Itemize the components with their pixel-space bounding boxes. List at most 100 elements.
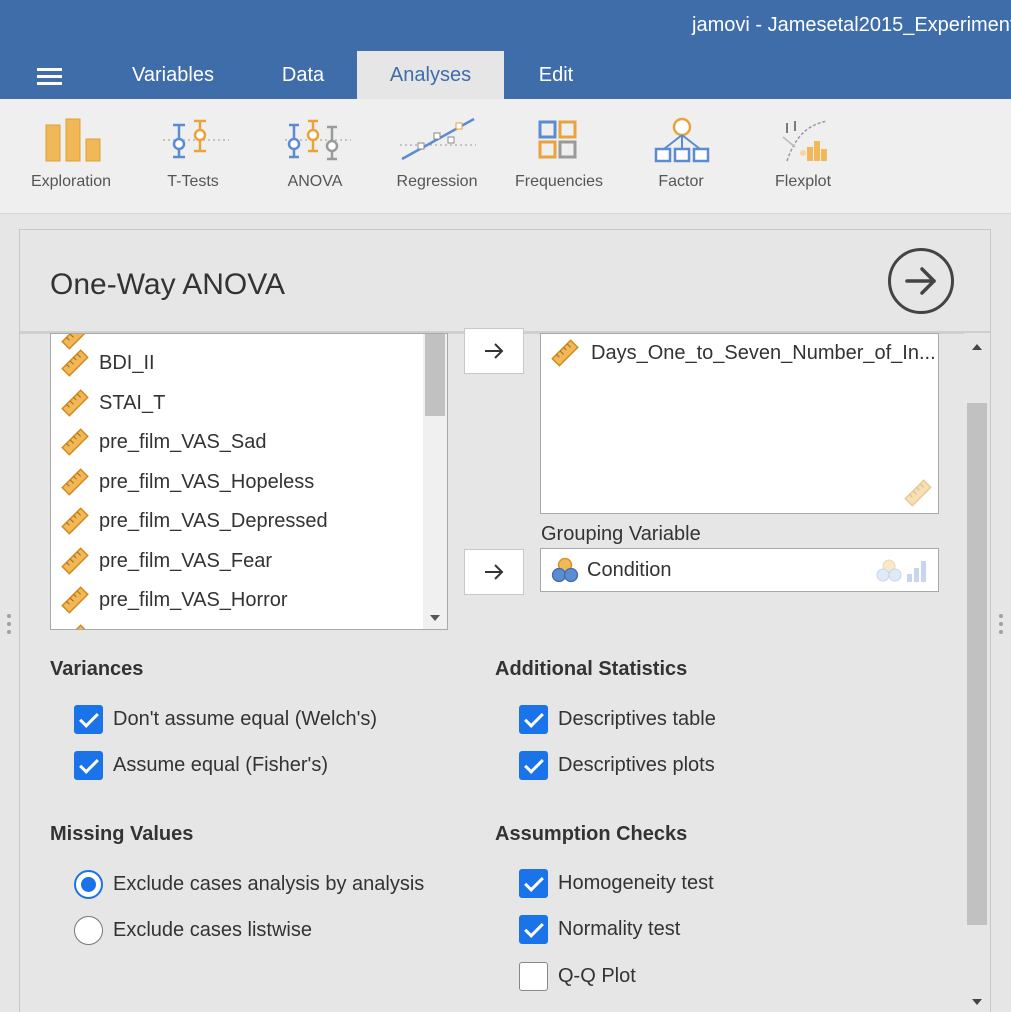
tab-variables[interactable]: Variables <box>112 51 234 99</box>
nominal-ordinal-hint-icon <box>876 559 926 582</box>
fisher-checkbox[interactable] <box>74 750 103 780</box>
frequencies-label: Frequencies <box>514 173 604 190</box>
list-item[interactable]: pre_film_VAS_Fear <box>61 547 272 575</box>
available-variables-list[interactable]: BDI_II STAI_T pre_film_VAS_Sad pre_film_… <box>50 333 448 630</box>
list-item-partial[interactable] <box>61 624 89 629</box>
frequencies-icon <box>538 120 577 159</box>
exclude-listwise-label: Exclude cases listwise <box>113 918 312 941</box>
move-to-dependent-button[interactable] <box>464 328 524 374</box>
additional-statistics-heading: Additional Statistics <box>495 658 688 680</box>
welch-option[interactable]: Don't assume equal (Welch's) <box>74 704 377 734</box>
descriptives-plots-label: Descriptives plots <box>558 753 715 776</box>
tab-analyses[interactable]: Analyses <box>357 51 504 99</box>
anova-button[interactable]: ANOVA <box>254 99 376 214</box>
regression-icon <box>400 117 476 161</box>
exploration-label: Exploration <box>30 173 112 190</box>
ruler-icon <box>61 389 89 417</box>
list-item[interactable]: STAI_T <box>61 389 165 417</box>
window-title: jamovi - Jamesetal2015_Experiment2 <box>692 14 1011 36</box>
qq-plot-option[interactable]: Q-Q Plot <box>519 961 636 991</box>
list-item[interactable]: pre_film_VAS_Sad <box>61 428 267 456</box>
welch-checkbox[interactable] <box>74 704 103 734</box>
variable-name: STAI_T <box>99 391 166 414</box>
move-to-grouping-button[interactable] <box>464 549 524 595</box>
exploration-button[interactable]: Exploration <box>10 99 132 214</box>
anova-icon <box>285 119 351 161</box>
ruler-icon <box>61 468 89 496</box>
list-item[interactable]: BDI_II <box>61 349 155 377</box>
ruler-icon <box>551 339 579 367</box>
anova-options-panel: One-Way ANOVA BDI_II STAI_T pre_film_VAS… <box>19 229 991 1012</box>
descriptives-plots-option[interactable]: Descriptives plots <box>519 750 715 780</box>
missing-values-heading: Missing Values <box>50 823 194 845</box>
variable-name: pre_film_VAS_Hopeless <box>99 470 315 493</box>
panel-scrollbar[interactable] <box>964 333 990 1012</box>
regression-label: Regression <box>396 173 478 190</box>
list-item[interactable]: pre_film_VAS_Horror <box>61 586 288 614</box>
normality-option[interactable]: Normality test <box>519 914 680 944</box>
variances-heading: Variances <box>50 658 144 680</box>
grouping-variable-name: Condition <box>587 558 672 581</box>
flexplot-button[interactable]: Flexplot <box>742 99 864 214</box>
welch-label: Don't assume equal (Welch's) <box>113 707 378 730</box>
exclude-listwise-option[interactable]: Exclude cases listwise <box>74 915 312 945</box>
variable-name: pre_film_VAS_Depressed <box>99 509 328 532</box>
scrollbar-thumb[interactable] <box>967 403 987 925</box>
grouping-variable-box[interactable]: Condition <box>540 548 939 592</box>
factor-button[interactable]: Factor <box>620 99 742 214</box>
descriptives-table-option[interactable]: Descriptives table <box>519 704 716 734</box>
ruler-icon <box>61 349 89 377</box>
homogeneity-option[interactable]: Homogeneity test <box>519 868 714 898</box>
descriptives-table-checkbox[interactable] <box>519 704 548 734</box>
homogeneity-checkbox[interactable] <box>519 868 548 898</box>
menu-icon[interactable] <box>37 68 62 86</box>
normality-checkbox[interactable] <box>519 914 548 944</box>
list-item[interactable]: Days_One_to_Seven_Number_of_In... <box>551 336 936 370</box>
exclude-analysis-option[interactable]: Exclude cases analysis by analysis <box>74 869 424 899</box>
ruler-icon <box>61 586 89 614</box>
flexplot-icon <box>782 120 828 162</box>
right-resize-grip[interactable] <box>999 614 1003 638</box>
dependent-variables-box[interactable]: Days_One_to_Seven_Number_of_In... <box>540 333 939 514</box>
list-item-partial[interactable] <box>61 334 89 350</box>
arrow-right-icon <box>905 267 936 295</box>
left-resize-grip[interactable] <box>7 614 11 638</box>
exploration-icon <box>45 118 101 162</box>
variable-name: pre_film_VAS_Fear <box>99 549 273 572</box>
title-bar: jamovi - Jamesetal2015_Experiment2 Varia… <box>0 0 1011 99</box>
exclude-listwise-radio[interactable] <box>74 915 103 945</box>
variable-name: pre_film_VAS_Sad <box>99 430 267 453</box>
arrow-right-icon <box>485 343 504 359</box>
homogeneity-label: Homogeneity test <box>558 871 714 894</box>
ruler-icon <box>61 428 89 456</box>
tab-data[interactable]: Data <box>262 51 344 99</box>
ruler-icon <box>61 507 89 535</box>
dependent-variable-name: Days_One_to_Seven_Number_of_In... <box>591 341 936 364</box>
scroll-down-arrow[interactable] <box>430 615 440 621</box>
list-item[interactable]: pre_film_VAS_Depressed <box>61 507 328 535</box>
fisher-option[interactable]: Assume equal (Fisher's) <box>74 750 328 780</box>
anova-label: ANOVA <box>287 173 343 190</box>
run-analysis-button[interactable] <box>888 248 954 314</box>
ruler-icon <box>61 547 89 575</box>
scroll-down-arrow[interactable] <box>972 999 982 1005</box>
exclude-analysis-label: Exclude cases analysis by analysis <box>113 872 425 895</box>
exclude-analysis-radio[interactable] <box>74 869 103 899</box>
factor-label: Factor <box>658 173 704 190</box>
regression-button[interactable]: Regression <box>376 99 498 214</box>
qq-plot-checkbox[interactable] <box>519 961 548 991</box>
frequencies-button[interactable]: Frequencies <box>498 99 620 214</box>
variables-scrollbar[interactable] <box>423 334 447 629</box>
list-item[interactable]: Condition <box>551 555 672 585</box>
nominal-variable-icon <box>551 557 579 583</box>
scroll-up-arrow[interactable] <box>972 344 982 350</box>
list-item[interactable]: pre_film_VAS_Hopeless <box>61 468 314 496</box>
assumption-checks-heading: Assumption Checks <box>495 823 688 845</box>
tab-edit[interactable]: Edit <box>520 51 592 99</box>
descriptives-plots-checkbox[interactable] <box>519 750 548 780</box>
arrow-right-icon <box>485 564 504 580</box>
scrollbar-thumb[interactable] <box>425 334 445 416</box>
t-tests-icon <box>163 119 229 159</box>
t-tests-button[interactable]: T-Tests <box>132 99 254 214</box>
analyses-ribbon: Exploration T-Tests ANOVA Regression Fre… <box>0 99 1011 214</box>
